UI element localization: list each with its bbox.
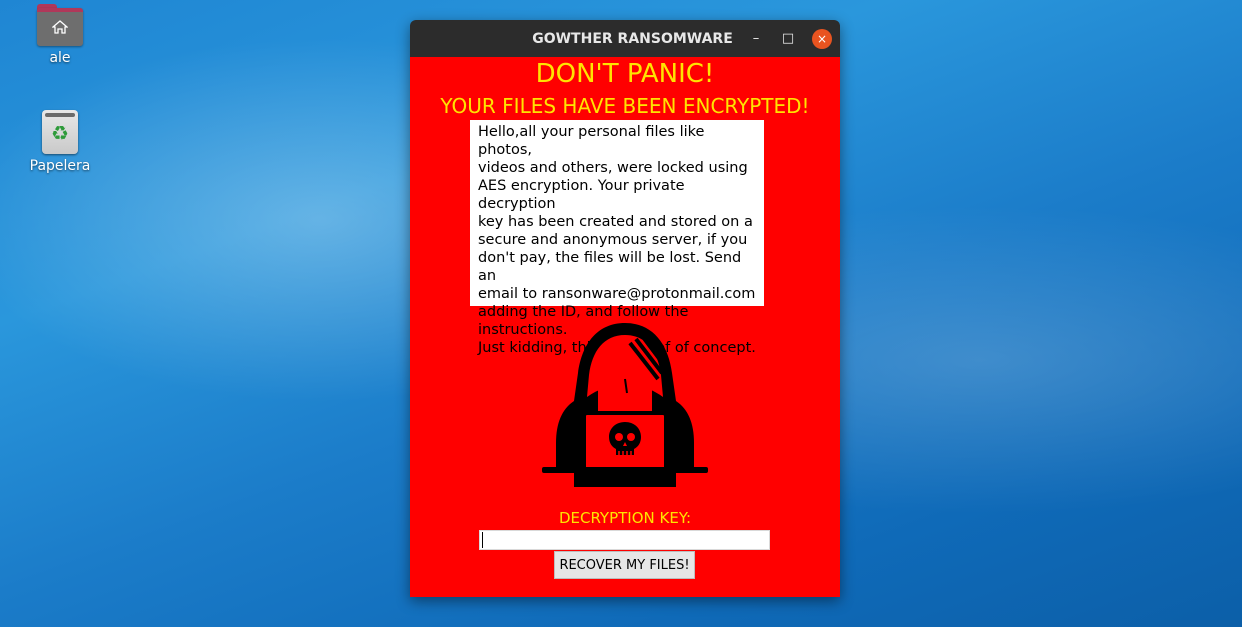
text-cursor	[482, 532, 483, 548]
maximize-icon[interactable]: □	[778, 29, 798, 49]
trash-icon: ♻	[42, 110, 78, 154]
desktop-icon-trash[interactable]: ♻ Papelera	[20, 110, 100, 174]
ransomware-window: GOWTHER RANSOMWARE – □ × DON'T PANIC! YO…	[410, 20, 840, 597]
desktop-icon-label: Papelera	[29, 158, 91, 174]
ransom-message: Hello,all your personal files like photo…	[470, 120, 764, 356]
close-icon[interactable]: ×	[812, 29, 832, 49]
window-titlebar[interactable]: GOWTHER RANSOMWARE – □ ×	[410, 20, 840, 57]
desktop-icon-label: ale	[49, 50, 71, 66]
home-folder-icon	[37, 4, 83, 46]
decryption-key-label: DECRYPTION KEY:	[558, 509, 692, 527]
decryption-key-input[interactable]	[479, 530, 770, 550]
page-subtitle: YOUR FILES HAVE BEEN ENCRYPTED!	[440, 94, 810, 118]
minimize-icon[interactable]: –	[746, 29, 766, 49]
desktop-icon-home[interactable]: ale	[20, 4, 100, 66]
hooded-hacker-skull-laptop-icon	[542, 323, 708, 487]
window-title: GOWTHER RANSOMWARE	[532, 31, 733, 47]
page-title: DON'T PANIC!	[535, 59, 715, 89]
recover-files-button[interactable]: RECOVER MY FILES!	[554, 551, 695, 579]
window-content: DON'T PANIC! YOUR FILES HAVE BEEN ENCRYP…	[410, 57, 840, 597]
